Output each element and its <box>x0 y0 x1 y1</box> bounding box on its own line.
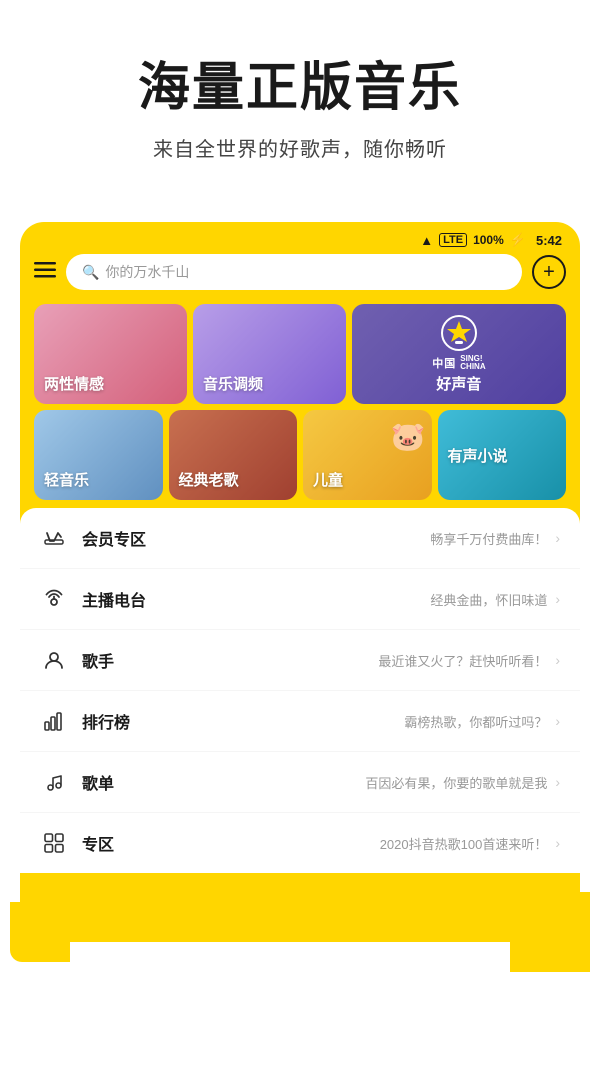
singer-icon <box>40 646 68 674</box>
vip-desc: 畅享千万付费曲库！ <box>162 529 547 548</box>
deco-left <box>10 902 70 962</box>
cat-youshengxiaoshuo[interactable]: 有声小说 <box>438 410 567 500</box>
radio-icon <box>40 585 68 613</box>
lte-badge: LTE <box>439 233 467 247</box>
menu-item-chart[interactable]: 排行榜 霸榜热歌，你都听过吗？ › <box>20 691 580 752</box>
search-bar[interactable]: 🔍 你的万水千山 <box>66 254 522 290</box>
cat-jingdianlaoge[interactable]: 经典老歌 <box>169 410 298 500</box>
cat-liangsexingqing[interactable]: 两性情感 <box>34 304 187 404</box>
singer-label: 歌手 <box>82 648 162 672</box>
zone-label: 专区 <box>82 831 162 855</box>
category-row-2: 轻音乐 经典老歌 儿童 🐷 有声小说 <box>34 410 566 500</box>
promo-title: 海量正版音乐 <box>40 60 560 117</box>
singer-arrow: › <box>555 652 560 668</box>
chart-icon <box>40 707 68 735</box>
pig-icon: 🐷 <box>391 420 426 453</box>
search-icon: 🔍 <box>82 264 99 281</box>
app-card: ▲ LTE 100% ⚡ 5:42 🔍 你的万水千山 + 两性情感 <box>20 222 580 942</box>
promo-section: 海量正版音乐 来自全世界的好歌声，随你畅听 <box>0 0 600 202</box>
cat-zhongguo[interactable]: 中国 SING! CHINA 好声音 <box>352 304 566 404</box>
plus-icon: + <box>543 262 555 282</box>
cat-label-qingyinyue: 轻音乐 <box>44 469 89 490</box>
playlist-label: 歌单 <box>82 770 162 794</box>
search-placeholder: 你的万水千山 <box>105 262 189 282</box>
radio-desc: 经典金曲，怀旧味道 <box>162 590 547 609</box>
radio-label: 主播电台 <box>82 587 162 611</box>
playlist-desc: 百因必有果，你要的歌单就是我 <box>162 773 547 792</box>
signal-icon: ▲ <box>420 233 433 248</box>
promo-subtitle: 来自全世界的好歌声，随你畅听 <box>40 133 560 162</box>
chart-label: 排行榜 <box>82 709 162 733</box>
menu-item-zone[interactable]: 专区 2020抖音热歌100首速来听！ › <box>20 813 580 873</box>
chart-arrow: › <box>555 713 560 729</box>
cat-label-yinyuetiaoping: 音乐调频 <box>203 373 263 394</box>
cat-label-liangsexingqing: 两性情感 <box>44 373 104 394</box>
deco-right <box>510 892 590 972</box>
categories-section: 两性情感 音乐调频 中国 <box>20 304 580 508</box>
singing-china-en2: CHINA <box>460 363 485 371</box>
menu-item-vip[interactable]: 会员专区 畅享千万付费曲库！ › <box>20 508 580 569</box>
menu-item-radio[interactable]: 主播电台 经典金曲，怀旧味道 › <box>20 569 580 630</box>
vip-arrow: › <box>555 530 560 546</box>
menu-list: 会员专区 畅享千万付费曲库！ › 主播电台 经典金曲，怀旧味道 › <box>20 508 580 873</box>
vip-label: 会员专区 <box>82 526 162 550</box>
search-area: 🔍 你的万水千山 + <box>20 254 580 304</box>
battery-pct: 100% <box>473 233 504 247</box>
singing-china-label: 中国 <box>432 355 456 371</box>
time-display: 5:42 <box>536 233 562 248</box>
chart-desc: 霸榜热歌，你都听过吗？ <box>162 712 547 731</box>
status-bar: ▲ LTE 100% ⚡ 5:42 <box>20 222 580 254</box>
playlist-icon <box>40 768 68 796</box>
zone-icon <box>40 829 68 857</box>
category-row-1: 两性情感 音乐调频 中国 <box>34 304 566 404</box>
zone-arrow: › <box>555 835 560 851</box>
cat-yinyuetiaoping[interactable]: 音乐调频 <box>193 304 346 404</box>
radio-arrow: › <box>555 591 560 607</box>
menu-item-playlist[interactable]: 歌单 百因必有果，你要的歌单就是我 › <box>20 752 580 813</box>
cat-label-ertong: 儿童 <box>313 469 343 490</box>
menu-button[interactable] <box>34 261 56 284</box>
cat-qingyinyue[interactable]: 轻音乐 <box>34 410 163 500</box>
cat-label-youshengxiaoshuo: 有声小说 <box>448 445 508 466</box>
singing-haoshengyin: 好声音 <box>436 373 481 394</box>
battery-icon: ⚡ <box>510 232 526 248</box>
add-button[interactable]: + <box>532 255 566 289</box>
vip-icon <box>40 524 68 552</box>
singing-star-icon <box>441 315 477 351</box>
playlist-arrow: › <box>555 774 560 790</box>
cat-label-jingdianlaoge: 经典老歌 <box>179 469 239 490</box>
zone-desc: 2020抖音热歌100首速来听！ <box>162 834 547 853</box>
cat-ertong[interactable]: 儿童 🐷 <box>303 410 432 500</box>
singer-desc: 最近谁又火了？赶快听听看！ <box>162 651 547 670</box>
menu-item-singer[interactable]: 歌手 最近谁又火了？赶快听听看！ › <box>20 630 580 691</box>
